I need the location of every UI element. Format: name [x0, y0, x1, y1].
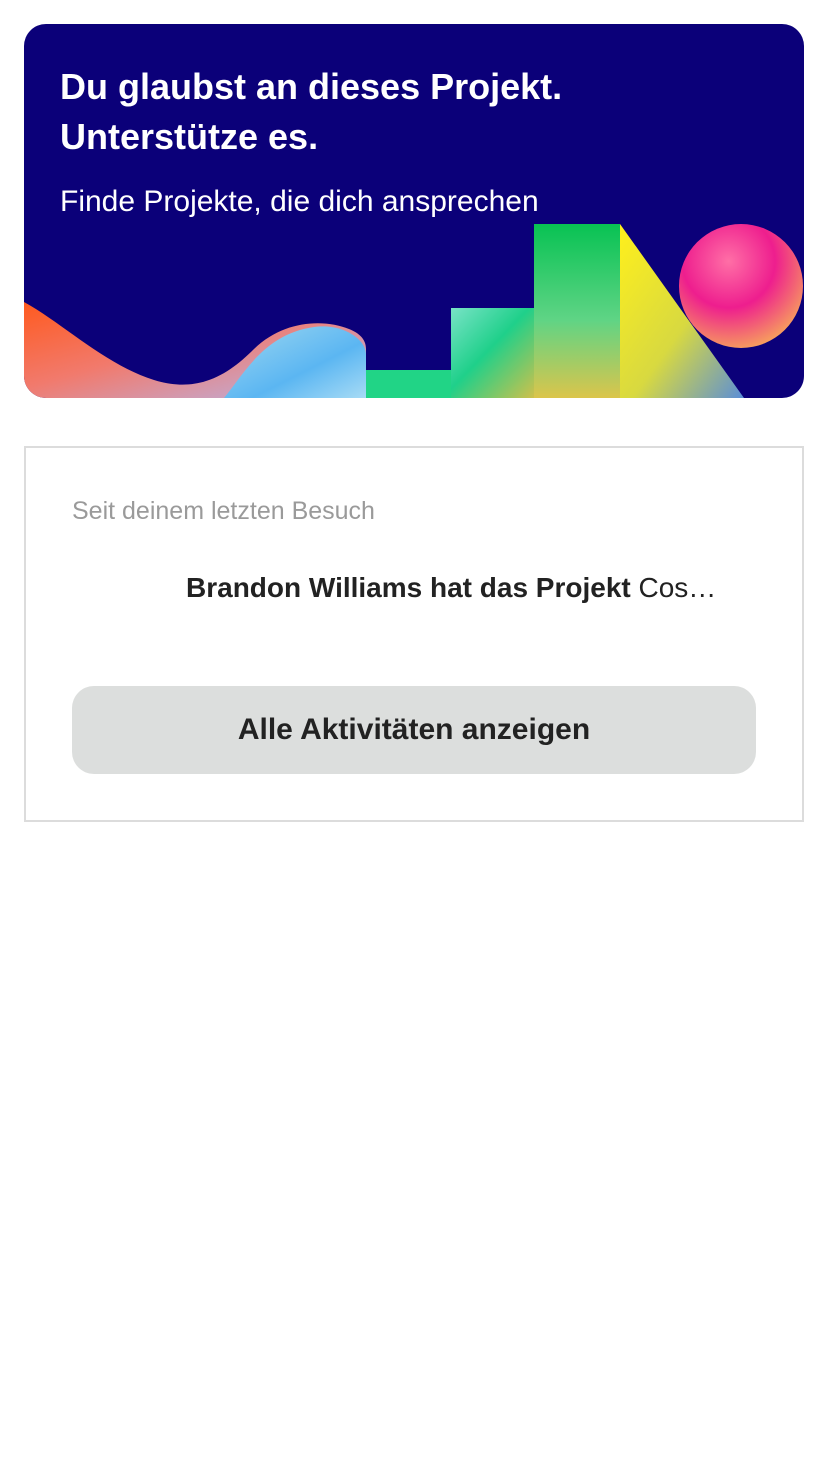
activity-project-text: Cos… [638, 572, 717, 603]
banner-subtitle: Finde Projekte, die dich ansprechen [60, 185, 539, 218]
show-all-activities-button[interactable]: Alle Aktivitäten anzeigen [72, 686, 756, 774]
avatar [72, 564, 120, 612]
activity-actor-text: Brandon Williams hat das Projekt [186, 572, 631, 603]
discover-projects-banner[interactable]: Du glaubst an dieses Projekt. Unterstütz… [24, 24, 804, 398]
activity-heading: Seit deinem letzten Besuch [72, 497, 375, 525]
activity-text: Brandon Williams hat das Projekt Cos… [186, 568, 746, 608]
activity-item[interactable]: Brandon Williams hat das Projekt Cos… [72, 564, 756, 612]
banner-title: Du glaubst an dieses Projekt. Unterstütz… [60, 66, 563, 157]
recent-activity-card: Seit deinem letzten Besuch Brandon Willi… [24, 446, 804, 822]
